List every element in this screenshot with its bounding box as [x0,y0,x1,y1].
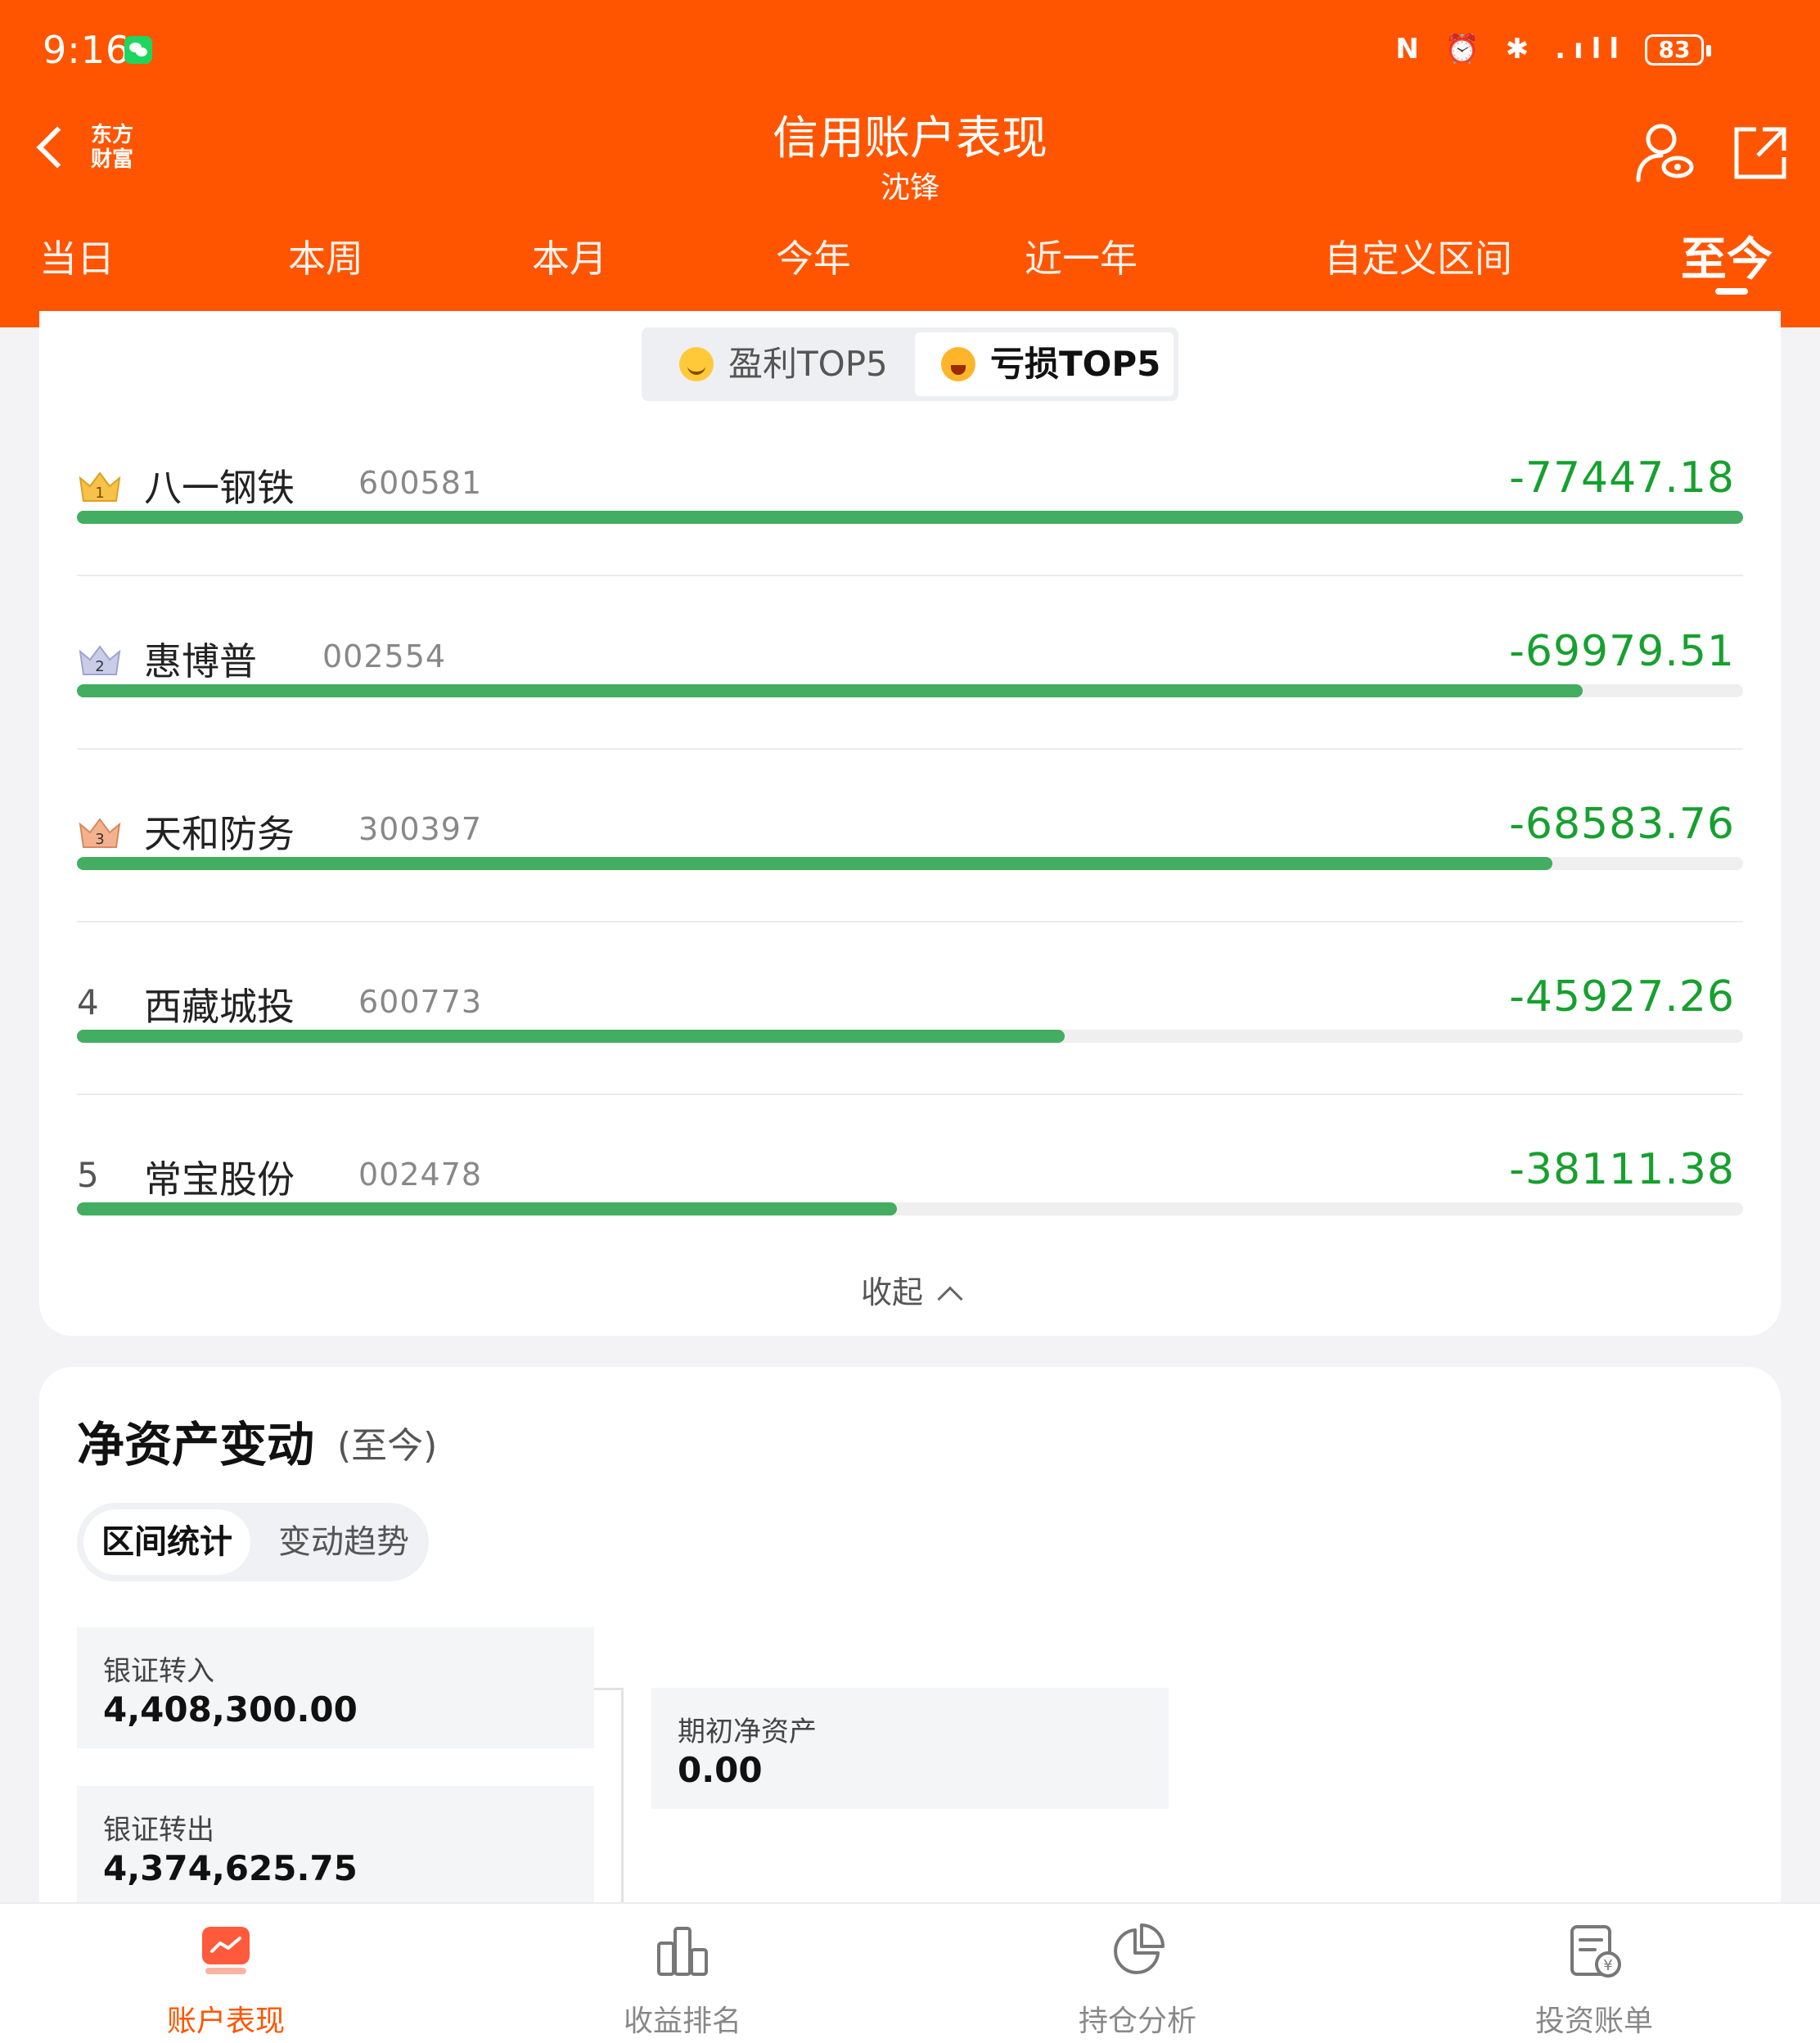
stat-label: 银证转入 [103,1655,214,1688]
tab-this-week[interactable]: 本周 [288,229,363,283]
list-item[interactable]: 2 惠博普 002554 -69979.51 [77,609,1743,782]
active-tab-indicator [1715,288,1748,295]
stock-code: 600581 [358,465,483,501]
wechat-icon [124,36,152,64]
profit-top5-tab[interactable]: 盈利TOP5 [646,332,910,396]
pnl-bar-fill [77,511,1743,524]
connector-bracket [594,1688,624,1933]
status-icons: N ⏰ ✱ .ıll [1395,33,1627,65]
loss-top5-tab[interactable]: 亏损TOP5 [915,332,1174,396]
stock-pnl-value: -45927.26 [1509,972,1735,1022]
tab-custom-range[interactable]: 自定义区间 [1324,229,1512,283]
collapse-button[interactable]: 收起 [39,1267,1781,1312]
nav-label: 持仓分析 [1078,2005,1196,2038]
row-divider [77,748,1743,750]
pnl-bar-fill [77,857,1553,870]
user-privacy-icon[interactable] [1635,121,1694,183]
transfer-out-box: 银证转出 4,374,625.75 [77,1786,594,1907]
svg-text:2: 2 [95,658,104,675]
stat-value: 4,408,300.00 [103,1689,358,1730]
tab-today[interactable]: 当日 [39,229,115,283]
share-icon[interactable] [1732,124,1789,182]
crying-emoji-icon [941,347,975,381]
top5-card: 盈利TOP5 亏损TOP5 1 八一钢铁 600581 -77447.18 2 … [39,311,1781,1336]
row-divider [77,921,1743,922]
stock-name: 常宝股份 [144,1157,295,1202]
stock-pnl-value: -69979.51 [1509,627,1735,676]
top5-segment-control: 盈利TOP5 亏损TOP5 [642,327,1178,401]
section-title: 净资产变动 [77,1417,315,1472]
pnl-bar-fill [77,684,1583,697]
nav-account-performance[interactable]: 账户表现 [103,1922,349,2040]
stock-code: 600773 [358,984,483,1020]
stock-pnl-value: -77447.18 [1509,453,1735,503]
pie-chart-icon [1114,1923,1165,1974]
section-subtitle: (至今) [337,1425,438,1467]
loss-top5-label: 亏损TOP5 [990,344,1161,384]
period-tab-bar: 当日 本周 本月 今年 近一年 自定义区间 至今 [0,229,1820,311]
gold-crown-icon: 1 [79,471,121,502]
tab-last-year[interactable]: 近一年 [1025,229,1138,283]
net-asset-segment-control: 区间统计 变动趋势 [77,1503,429,1581]
nav-position-analysis[interactable]: 持仓分析 [1015,1922,1260,2040]
profit-top5-label: 盈利TOP5 [728,344,888,384]
smile-emoji-icon [679,347,714,381]
row-divider [77,1094,1743,1095]
bar-ranking-icon [657,1927,708,1976]
pnl-bar-track [77,511,1743,524]
nav-investment-bill[interactable]: ¥ 投资账单 [1471,1922,1717,2040]
stock-code: 002554 [322,638,447,674]
collapse-label: 收起 [860,1274,923,1310]
pnl-bar-track [77,1030,1743,1043]
bronze-crown-icon: 3 [79,818,121,848]
status-time: 9:16 [43,28,131,72]
nav-profit-ranking[interactable]: 收益排名 [560,1922,805,2040]
nav-label: 投资账单 [1534,2005,1653,2038]
nav-label: 收益排名 [623,2005,741,2038]
pnl-bar-track [77,684,1743,697]
bill-icon: ¥ [1570,1925,1621,1978]
chart-card-icon [202,1927,250,1974]
stat-value: 0.00 [678,1750,763,1790]
svg-text:¥: ¥ [1603,1957,1612,1974]
stock-pnl-value: -68583.76 [1509,800,1735,849]
stock-name: 惠博普 [144,639,257,683]
stock-name: 天和防务 [144,812,295,856]
battery-indicator: 83 [1645,34,1711,65]
svg-text:1: 1 [95,485,104,502]
opening-net-asset-box: 期初净资产 0.00 [651,1688,1169,1809]
tab-change-trend[interactable]: 变动趋势 [278,1509,409,1575]
stock-name: 西藏城投 [144,985,295,1029]
account-owner-name: 沈锋 [880,171,939,205]
chevron-up-icon [937,1286,963,1312]
pnl-bar-fill [77,1030,1065,1043]
transfer-in-box: 银证转入 4,408,300.00 [77,1627,594,1748]
stat-value: 4,374,625.75 [103,1848,358,1888]
stat-label: 银证转出 [103,1814,214,1847]
list-item[interactable]: 4 西藏城投 600773 -45927.26 [77,954,1743,1128]
pnl-bar-fill [77,1202,897,1215]
tab-this-month[interactable]: 本月 [532,229,607,283]
row-divider [77,575,1743,576]
list-item[interactable]: 3 天和防务 300397 -68583.76 [77,782,1743,955]
bottom-navigation: 账户表现 收益排名 持仓分析 ¥ 投资账单 [0,1902,1820,2043]
tab-range-statistics[interactable]: 区间统计 [83,1509,250,1575]
stock-code: 002478 [358,1157,483,1193]
stock-code: 300397 [358,811,483,847]
stock-pnl-value: -38111.38 [1509,1145,1735,1194]
silver-crown-icon: 2 [79,645,121,675]
nav-label: 账户表现 [166,2005,285,2038]
pnl-bar-track [77,857,1743,870]
page-title: 信用账户表现 [773,112,1047,165]
pnl-bar-track [77,1202,1743,1215]
tab-this-year[interactable]: 今年 [776,229,851,283]
tab-to-date[interactable]: 至今 [1681,223,1773,289]
stock-name: 八一钢铁 [144,466,295,510]
list-item[interactable]: 1 八一钢铁 600581 -77447.18 [77,435,1743,609]
header-bar: 9:16 N ⏰ ✱ .ıll 83 东方 财富 信用账户表现 沈锋 当日 本周… [0,0,1820,327]
rank-number: 4 [77,982,99,1022]
stat-label: 期初净资产 [678,1716,817,1748]
svg-text:3: 3 [95,831,104,848]
rank-number: 5 [77,1155,99,1195]
